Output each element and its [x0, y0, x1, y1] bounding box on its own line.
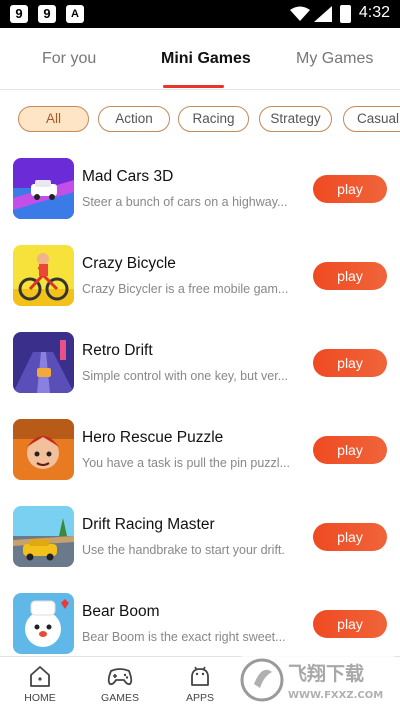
- play-button[interactable]: play: [313, 349, 387, 377]
- drift-racing-thumbnail[interactable]: [13, 506, 74, 567]
- nav-home-label: HOME: [24, 692, 56, 704]
- status-time: 4:32: [358, 4, 390, 21]
- game-title: Bear Boom: [82, 603, 160, 620]
- filter-casual[interactable]: Casual: [343, 106, 400, 132]
- game-title: Drift Racing Master: [82, 516, 215, 533]
- filter-all[interactable]: All: [18, 106, 89, 132]
- game-description: Steer a bunch of cars on a highway...: [82, 195, 288, 209]
- watermark-logo: 飞翔下载 WWW.FXXZ.COM: [238, 656, 398, 704]
- game-description: Bear Boom is the exact right sweet...: [82, 630, 286, 644]
- font-icon: A: [66, 5, 84, 23]
- svg-text:飞翔下载: 飞翔下载: [288, 662, 364, 685]
- list-item[interactable]: Retro Drift Simple control with one key,…: [0, 319, 400, 406]
- crazy-bicycle-thumbnail[interactable]: [13, 245, 74, 306]
- list-item[interactable]: Hero Rescue Puzzle You have a task is pu…: [0, 406, 400, 493]
- status-bar: 9 9 A 4:32: [0, 0, 400, 28]
- wifi-icon: [290, 6, 310, 21]
- nav-apps-label: APPS: [185, 692, 214, 704]
- android-icon: [191, 666, 209, 686]
- nav-games[interactable]: GAMES: [90, 663, 150, 704]
- game-description: Crazy Bicycler is a free mobile gam...: [82, 282, 289, 296]
- mad-cars-thumbnail[interactable]: [13, 158, 74, 219]
- play-button[interactable]: play: [313, 262, 387, 290]
- battery-charging-icon: [340, 5, 351, 23]
- list-item[interactable]: Drift Racing Master Use the handbrake to…: [0, 493, 400, 580]
- play-button[interactable]: play: [313, 175, 387, 203]
- play-button[interactable]: play: [313, 436, 387, 464]
- bear-boom-thumbnail[interactable]: [13, 593, 74, 654]
- top-tabs: For you Mini Games My Games: [0, 28, 400, 90]
- active-tab-indicator: [163, 85, 224, 88]
- filter-racing[interactable]: Racing: [178, 106, 249, 132]
- nav-apps[interactable]: APPS: [170, 663, 230, 704]
- game-description: Simple control with one key, but ver...: [82, 369, 289, 383]
- home-icon: [30, 666, 50, 687]
- game-title: Hero Rescue Puzzle: [82, 429, 224, 446]
- notification-9-icon: 9: [38, 5, 56, 23]
- nav-home[interactable]: HOME: [10, 663, 70, 704]
- play-button[interactable]: play: [313, 610, 387, 638]
- category-filters: All Action Racing Strategy Casual: [0, 106, 400, 134]
- tab-mini-games[interactable]: Mini Games: [161, 50, 251, 68]
- tab-my-games[interactable]: My Games: [296, 50, 373, 68]
- tab-for-you[interactable]: For you: [42, 50, 96, 68]
- gamepad-icon: [107, 668, 133, 686]
- game-description: Use the handbrake to start your drift.: [82, 543, 285, 557]
- game-title: Retro Drift: [82, 342, 153, 359]
- game-title: Crazy Bicycle: [82, 255, 176, 272]
- play-button[interactable]: play: [313, 523, 387, 551]
- game-description: You have a task is pull the pin puzzl...: [82, 456, 291, 470]
- game-title: Mad Cars 3D: [82, 168, 174, 185]
- list-item[interactable]: Mad Cars 3D Steer a bunch of cars on a h…: [0, 145, 400, 232]
- notification-9-icon: 9: [10, 5, 28, 23]
- filter-action[interactable]: Action: [98, 106, 170, 132]
- list-item[interactable]: Crazy Bicycle Crazy Bicycler is a free m…: [0, 232, 400, 319]
- retro-drift-thumbnail[interactable]: [13, 332, 74, 393]
- nav-games-label: GAMES: [101, 692, 139, 704]
- signal-icon: [314, 6, 332, 22]
- svg-text:WWW.FXXZ.COM: WWW.FXXZ.COM: [288, 690, 383, 701]
- filter-strategy[interactable]: Strategy: [259, 106, 332, 132]
- hero-rescue-thumbnail[interactable]: [13, 419, 74, 480]
